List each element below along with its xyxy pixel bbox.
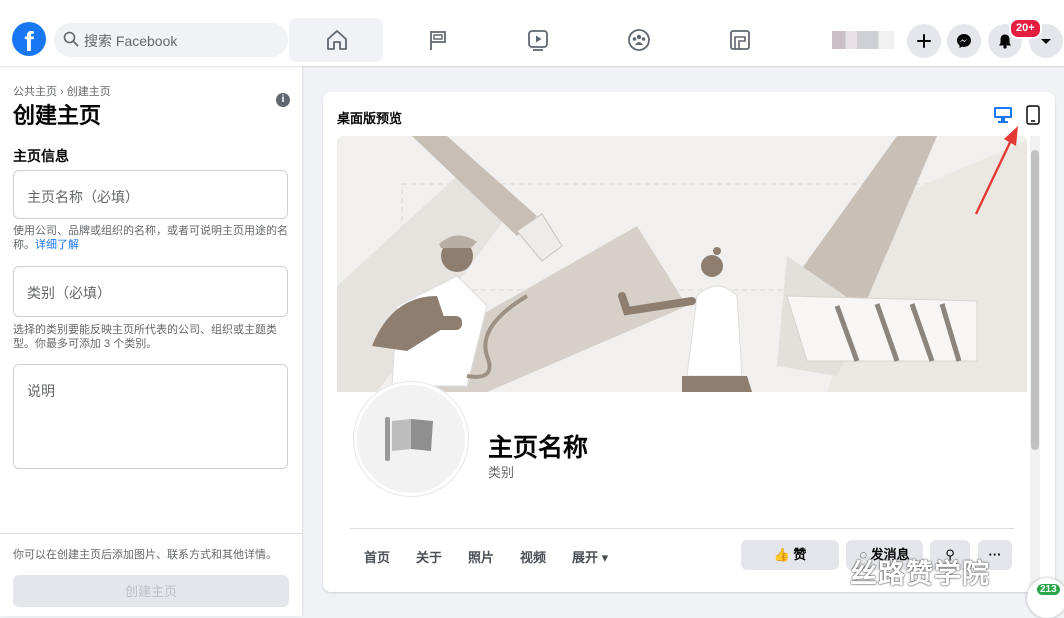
profile-picture-placeholder: [354, 382, 468, 496]
gaming-icon: [730, 30, 750, 50]
description-placeholder: 说明: [27, 383, 55, 399]
preview-page-category: 类别: [488, 465, 515, 480]
facebook-logo[interactable]: f: [12, 22, 46, 56]
nav-tab-pages[interactable]: [390, 18, 484, 62]
messenger-icon: [957, 34, 971, 48]
preview-title: 桌面版预览: [337, 111, 403, 126]
category-placeholder: 类别（必填）: [27, 285, 111, 301]
notification-count-badge: 20+: [1009, 18, 1042, 39]
home-icon: [327, 30, 347, 50]
top-navigation-bar: f 20+: [0, 0, 1064, 66]
watermark-text: 丝路赞学院: [850, 559, 990, 589]
create-page-button[interactable]: 创建主页: [13, 575, 289, 607]
cover-photo-illustration: [337, 136, 1027, 392]
search-input[interactable]: [82, 23, 276, 59]
page-name-placeholder: 主页名称（必填）: [27, 189, 139, 205]
desktop-preview-card: 桌面版预览 主页名称 类别 首页 关于 照片 视频 展开 ▾ 👍 赞 ◌ 发消息…: [323, 92, 1055, 592]
flag-icon: [385, 417, 433, 461]
description-field[interactable]: 说明: [13, 364, 288, 469]
messenger-button[interactable]: [947, 24, 981, 58]
create-page-sidebar: 公共主页 › 创建主页 创建主页 i 主页信息 主页名称（必填） 使用公司、品牌…: [0, 66, 302, 616]
breadcrumb[interactable]: 公共主页 › 创建主页: [13, 83, 111, 99]
learn-more-link[interactable]: 详细了解: [35, 239, 79, 251]
page-name-field[interactable]: 主页名称（必填）: [13, 170, 288, 219]
watch-video-icon: [528, 30, 548, 51]
caret-down-icon: ▾: [601, 550, 609, 565]
annotation-arrow-icon: [974, 126, 1018, 215]
nav-tab-watch[interactable]: [490, 18, 584, 62]
tabs-divider: [350, 528, 1014, 529]
preview-scrollbar[interactable]: [1030, 136, 1040, 592]
preview-tab-videos[interactable]: 视频: [520, 547, 546, 566]
preview-tab-more[interactable]: 展开 ▾: [572, 547, 608, 566]
like-button-label: 赞: [793, 547, 807, 562]
preview-tab-more-label: 展开: [572, 550, 599, 565]
corner-badge-count: 213: [1037, 584, 1060, 595]
search-icon: [63, 31, 79, 47]
profile-shortcut-avatar[interactable]: [832, 31, 894, 49]
page-name-help: 使用公司、品牌或组织的名称，或者可说明主页用途的名称。详细了解: [13, 224, 295, 252]
caret-down-icon: [1041, 39, 1051, 44]
preview-tab-photos[interactable]: 照片: [468, 547, 494, 566]
info-icon[interactable]: i: [276, 93, 290, 107]
groups-icon: [628, 29, 650, 51]
preview-page-name: 主页名称: [488, 434, 589, 462]
preview-tab-home[interactable]: 首页: [364, 547, 390, 566]
section-title-page-info: 主页信息: [13, 148, 69, 164]
create-button[interactable]: [907, 24, 941, 58]
scrollbar-thumb[interactable]: [1031, 150, 1039, 450]
category-field[interactable]: 类别（必填）: [13, 266, 288, 317]
nav-tab-groups[interactable]: [591, 18, 685, 62]
nav-tab-home[interactable]: [289, 18, 383, 62]
page-title: 创建主页: [13, 103, 102, 128]
more-icon: ···: [988, 547, 1002, 562]
pages-flag-icon: [430, 31, 446, 50]
corner-badge: 213: [1027, 578, 1064, 618]
nav-tab-gaming[interactable]: [692, 18, 786, 62]
plus-icon: [917, 34, 931, 48]
search-box[interactable]: [54, 23, 288, 59]
like-button[interactable]: 👍 赞: [741, 540, 839, 570]
footer-divider: [0, 533, 302, 534]
thumbs-up-icon: 👍: [773, 547, 790, 562]
category-help: 选择的类别要能反映主页所代表的公司、组织或主题类型。你最多可添加 3 个类别。: [13, 324, 277, 350]
preview-tab-about[interactable]: 关于: [416, 547, 442, 566]
footer-note: 你可以在创建主页后添加图片、联系方式和其他详情。: [13, 549, 277, 561]
mobile-icon[interactable]: [1026, 105, 1040, 125]
